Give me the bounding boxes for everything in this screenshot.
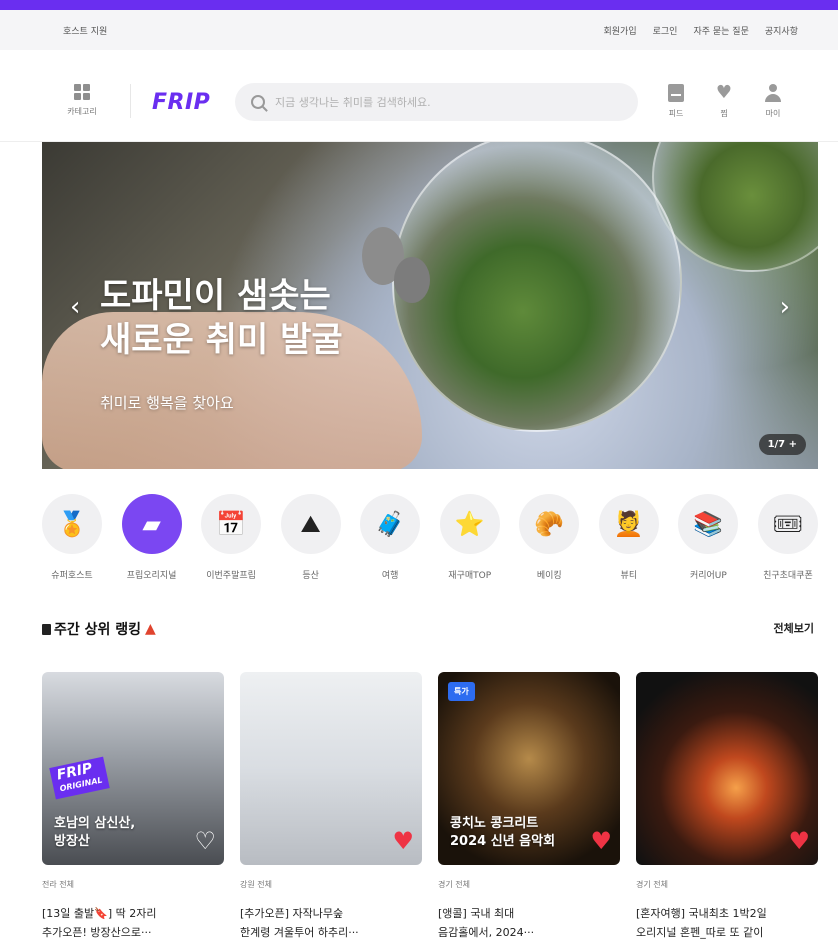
product-region: 전라 전체 <box>42 880 74 889</box>
signup-link[interactable]: 회원가입 <box>604 24 637 37</box>
sale-tag: 특가 <box>448 682 475 701</box>
heart-icon: ♥ <box>715 82 733 103</box>
feed-label: 피드 <box>668 109 684 118</box>
category-travel[interactable]: 🧳 여행 <box>358 494 422 581</box>
product-card[interactable]: 특가 콩치노 콩크리트 2024 신년 음악회 ♥ 경기 전체 [앵콜] 국내 … <box>438 672 620 939</box>
search-icon[interactable] <box>251 95 265 109</box>
category-baking[interactable]: 🥐 베이킹 <box>517 494 581 581</box>
product-image[interactable]: ♥ <box>240 672 422 865</box>
utility-bar: 호스트 지원 회원가입 로그인 자주 묻는 질문 공지사항 <box>0 10 838 50</box>
product-title[interactable]: [13일 출발🔖] 딱 2자리 추가오픈! 방장산으로··· <box>42 904 224 939</box>
search-bar[interactable] <box>235 83 638 121</box>
category-label: 커리어UP <box>689 571 727 581</box>
product-title[interactable]: [추가오픈] 자작나무숲 한계령 겨울투어 하추리··· <box>240 904 422 939</box>
product-region: 강원 전체 <box>240 880 272 889</box>
product-card[interactable]: ♥ 경기 전체 [혼자여행] 국내최초 1박2일 오리지널 혼펜_따로 또 같이 <box>636 672 818 939</box>
banner-stone-image <box>394 257 430 303</box>
frip-original-icon: ▰ <box>121 494 182 554</box>
product-image[interactable]: ♥ <box>636 672 818 865</box>
top-accent-bar <box>0 0 838 10</box>
frip-original-badge: FRIP ORIGINAL <box>49 756 111 800</box>
product-region: 경기 전체 <box>438 880 470 889</box>
mountain-icon: ⛰ <box>280 494 341 554</box>
login-link[interactable]: 로그인 <box>653 24 678 37</box>
bread-icon: 🥐 <box>519 494 580 554</box>
grid-icon <box>74 84 90 100</box>
wish-label: 찜 <box>720 109 728 118</box>
my-label: 마이 <box>765 109 781 118</box>
product-region: 경기 전체 <box>636 880 668 889</box>
product-card[interactable]: ♥ 강원 전체 [추가오픈] 자작나무숲 한계령 겨울투어 하추리··· <box>240 672 422 939</box>
category-label: 카테고리 <box>67 107 97 116</box>
product-overlay-text: 콩치노 콩크리트 2024 신년 음악회 <box>450 816 556 849</box>
feed-button[interactable]: 피드 <box>660 84 692 119</box>
host-support-link[interactable]: 호스트 지원 <box>63 24 107 37</box>
feed-icon <box>668 84 684 102</box>
category-shortcuts: 🏅 슈퍼호스트 ▰ 프립오리지널 📅 이번주말프립 ⛰ 등산 🧳 여행 ⭐ 재구… <box>40 494 820 581</box>
banner-subtitle: 취미로 행복을 찾아요 <box>100 394 234 412</box>
heart-outline-icon[interactable]: ♡ <box>194 829 216 853</box>
frip-logo[interactable]: FRIP <box>152 90 210 115</box>
calendar-sun-icon: 📅 <box>201 494 262 554</box>
medal-icon: 🏅 <box>42 494 102 554</box>
banner-title: 도파민이 샘솟는 새로운 취미 발굴 <box>100 276 343 360</box>
category-label: 이번주말프립 <box>206 571 256 581</box>
category-label: 재구매TOP <box>448 571 492 581</box>
category-frip-original[interactable]: ▰ 프립오리지널 <box>120 494 184 581</box>
chevron-right-icon[interactable]: › <box>780 292 790 322</box>
bullet-icon <box>42 623 51 635</box>
faq-link[interactable]: 자주 묻는 질문 <box>693 24 748 37</box>
fire-triangle-icon: ▲ <box>145 621 156 637</box>
product-overlay-text: 호남의 삼신산, 방장산 <box>54 816 136 849</box>
product-title[interactable]: [앵콜] 국내 최대 음감홀에서, 2024··· <box>438 904 620 939</box>
category-invite-coupon[interactable]: 🎟 친구초대쿠폰 <box>756 494 820 581</box>
user-icon <box>764 84 782 102</box>
category-label: 친구초대쿠폰 <box>763 571 813 581</box>
product-image[interactable]: FRIP ORIGINAL 호남의 삼신산, 방장산 ♡ <box>42 672 224 865</box>
utility-links: 회원가입 로그인 자주 묻는 질문 공지사항 <box>604 24 799 37</box>
heart-filled-icon[interactable]: ♥ <box>788 829 810 853</box>
ranking-cards: FRIP ORIGINAL 호남의 삼신산, 방장산 ♡ 전라 전체 [13일 … <box>42 672 818 939</box>
face-mask-icon: 💆 <box>598 494 659 554</box>
search-input[interactable] <box>275 95 625 109</box>
category-beauty[interactable]: 💆 뷰티 <box>597 494 661 581</box>
category-label: 베이킹 <box>536 571 562 581</box>
coupon-icon: 🎟 <box>757 494 818 554</box>
heart-filled-icon[interactable]: ♥ <box>590 829 612 853</box>
my-button[interactable]: 마이 <box>757 84 789 119</box>
category-superhost[interactable]: 🏅 슈퍼호스트 <box>40 494 104 581</box>
category-label: 프립오리지널 <box>126 571 177 581</box>
ranking-title: 주간 상위 랭킹 <box>54 622 142 638</box>
suitcase-icon: 🧳 <box>360 494 421 554</box>
main-header: 카테고리 FRIP 피드 ♥ 찜 마이 <box>0 50 838 142</box>
chevron-left-icon[interactable]: ‹ <box>70 292 80 322</box>
heart-filled-icon[interactable]: ♥ <box>392 829 414 853</box>
product-title[interactable]: [혼자여행] 국내최초 1박2일 오리지널 혼펜_따로 또 같이 <box>636 904 818 939</box>
category-label: 뷰티 <box>620 571 638 581</box>
category-hiking[interactable]: ⛰ 등산 <box>279 494 343 581</box>
see-all-link[interactable]: 전체보기 <box>774 620 814 636</box>
category-label: 슈퍼호스트 <box>51 571 93 581</box>
category-label: 등산 <box>302 571 319 581</box>
category-button[interactable]: 카테고리 <box>64 84 100 117</box>
notice-link[interactable]: 공지사항 <box>765 24 798 37</box>
wish-button[interactable]: ♥ 찜 <box>708 84 740 119</box>
category-repurchase-top[interactable]: ⭐ 재구매TOP <box>438 494 502 581</box>
ranking-section-title: 주간 상위 랭킹 ▲ <box>42 619 156 639</box>
header-divider <box>130 84 131 118</box>
banner-terrarium-image <box>392 142 682 432</box>
category-this-weekend[interactable]: 📅 이번주말프립 <box>199 494 263 581</box>
product-image[interactable]: 특가 콩치노 콩크리트 2024 신년 음악회 ♥ <box>438 672 620 865</box>
banner-counter[interactable]: 1/7 + <box>758 434 806 455</box>
product-card[interactable]: FRIP ORIGINAL 호남의 삼신산, 방장산 ♡ 전라 전체 [13일 … <box>42 672 224 939</box>
category-label: 여행 <box>381 571 399 581</box>
category-career-up[interactable]: 📚 커리어UP <box>676 494 740 581</box>
books-icon: 📚 <box>678 494 739 554</box>
stars-icon: ⭐ <box>439 494 500 554</box>
hero-banner[interactable]: 도파민이 샘솟는 새로운 취미 발굴 취미로 행복을 찾아요 ‹ › 1/7 + <box>42 142 818 469</box>
